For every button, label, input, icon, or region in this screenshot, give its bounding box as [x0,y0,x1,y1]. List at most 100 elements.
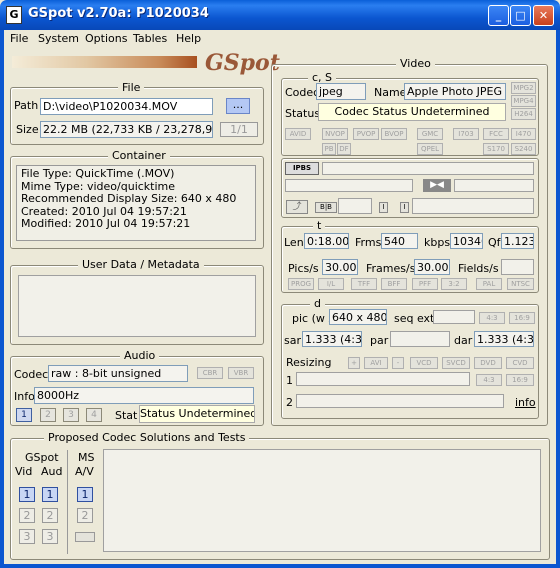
menu-file[interactable]: File [10,32,28,45]
vid-1-button[interactable]: 1 [19,487,35,502]
ratio-16-9-badge: 16:9 [509,312,535,324]
aud-3-button[interactable]: 3 [42,529,58,544]
marker-i-left: I [379,202,388,213]
menu-tables[interactable]: Tables [133,32,167,45]
i470-badge: I470 [511,128,536,140]
audio-status-field: Status Undetermined [139,405,255,423]
bff-flag: BFF [381,278,407,290]
len-label: Len [284,236,304,249]
audio-track-3-button[interactable]: 3 [63,408,79,422]
audio-track-1-button[interactable]: 1 [16,408,32,422]
ms-label: MS [78,451,95,464]
resize-row-1-label: 1 [286,374,293,387]
audio-track-2-button[interactable]: 2 [40,408,56,422]
bvop-badge: BVOP [381,128,407,140]
resize-vcd-button[interactable]: VCD [410,357,438,369]
menu-help[interactable]: Help [176,32,201,45]
resize-4-3-badge: 4:3 [476,374,502,386]
fcc-badge: FCC [483,128,509,140]
logo-gradient-strip [12,56,197,68]
maximize-button[interactable]: □ [510,5,531,26]
proposed-results-box [103,449,541,552]
audio-track-4-button[interactable]: 4 [86,408,102,422]
resize-minus-button[interactable]: - [392,357,404,369]
gspot-icon[interactable]: G [6,6,22,24]
gspot-label: GSpot [25,451,59,464]
d-label: d [310,297,325,310]
par-label: par [370,334,389,347]
menu-bar: File System Options Tables Help [4,30,556,48]
resize-svcd-button[interactable]: SVCD [442,357,470,369]
size-field: 22.2 MB (22,733 KB / 23,278,970 b [40,121,213,138]
container-line: File Type: QuickTime (.MOV) [21,167,175,180]
mpg2-badge: MPG2 [511,82,536,94]
vbr-badge: VBR [228,367,254,379]
ms-av-1-button[interactable]: 1 [77,487,93,502]
seqext-field [433,310,475,324]
kbps-field: 10346 [450,233,483,249]
minimize-button[interactable]: _ [488,5,509,26]
info-link[interactable]: info [515,396,536,409]
audio-codec-label: Codec [14,368,49,381]
len-field: 0:18.000 [304,233,349,249]
pic-field: 640 x 480 [329,309,387,325]
aud-1-button[interactable]: 1 [42,487,58,502]
mpg4-badge: MPG4 [511,95,536,107]
video-status-label: Status [285,107,321,120]
aud-2-button[interactable]: 2 [42,508,58,523]
ratio-4-3-badge: 4:3 [479,312,505,324]
ipbs-badge: IPBS [285,162,319,175]
video-name-label: Name [374,86,407,99]
fields-label: Fields/s [458,262,499,275]
video-codec-label: Codec [285,86,320,99]
video-codec-field: jpeg [316,83,366,100]
ms-av-extra-button[interactable] [75,532,95,542]
proposed-group-title: Proposed Codec Solutions and Tests [44,431,250,444]
ms-av-2-button[interactable]: 2 [77,508,93,523]
gspot-logo: GSpot [205,50,280,76]
proposed-divider [67,450,68,554]
container-line: Recommended Display Size: 640 x 480 [21,192,237,205]
audio-codec-field: raw : 8-bit unsigned [48,365,188,382]
resize-row-2-label: 2 [286,396,293,409]
gop-step-icon[interactable]: ▶◀ [423,179,451,192]
menu-options[interactable]: Options [85,32,127,45]
frames-label: Frames/s [366,262,416,275]
resize-cvd-button[interactable]: CVD [506,357,534,369]
pics-field: 30.000 [322,259,358,275]
pal-flag: PAL [476,278,502,290]
fields-field [501,259,534,275]
par-field [390,331,450,347]
resize-row-2-field [296,394,504,408]
gop-field-b [412,198,534,214]
cbr-badge: CBR [197,367,223,379]
ntsc-flag: NTSC [507,278,534,290]
audio-info-label: Info [14,390,35,403]
prog-flag: PROG [288,278,314,290]
qf-field: 1.123 [501,233,534,249]
container-info-box: File Type: QuickTime (.MOV) Mime Type: v… [16,165,256,241]
pff-flag: PFF [412,278,438,290]
vid-3-button[interactable]: 3 [19,529,35,544]
resize-plus-button[interactable]: + [348,357,360,369]
gop-graph-icon[interactable]: ⤴ [286,200,308,214]
browse-button[interactable]: ... [226,98,250,114]
avid-badge: AVID [285,128,311,140]
window-title: GSpot v2.70a: P1020034 [28,6,209,21]
sar-field: 1.333 (4:3) [302,331,362,347]
kbps-label: kbps [424,236,451,249]
resize-16-9-badge: 16:9 [506,374,534,386]
bb-badge: B|B [315,202,337,213]
resize-avi-button[interactable]: AVI [364,357,388,369]
vid-2-button[interactable]: 2 [19,508,35,523]
resize-dvd-button[interactable]: DVD [474,357,502,369]
pulldown-flag: 3:2 [441,278,467,290]
close-button[interactable]: ✕ [533,5,554,26]
pb-badge: PB [322,143,336,155]
menu-system[interactable]: System [38,32,79,45]
resizing-label: Resizing [286,356,332,369]
path-field[interactable]: D:\video\P1020034.MOV [40,98,213,115]
audio-info-field: 8000Hz [34,387,254,404]
pics-label: Pics/s [288,262,319,275]
page-indicator: 1/1 [220,122,258,137]
